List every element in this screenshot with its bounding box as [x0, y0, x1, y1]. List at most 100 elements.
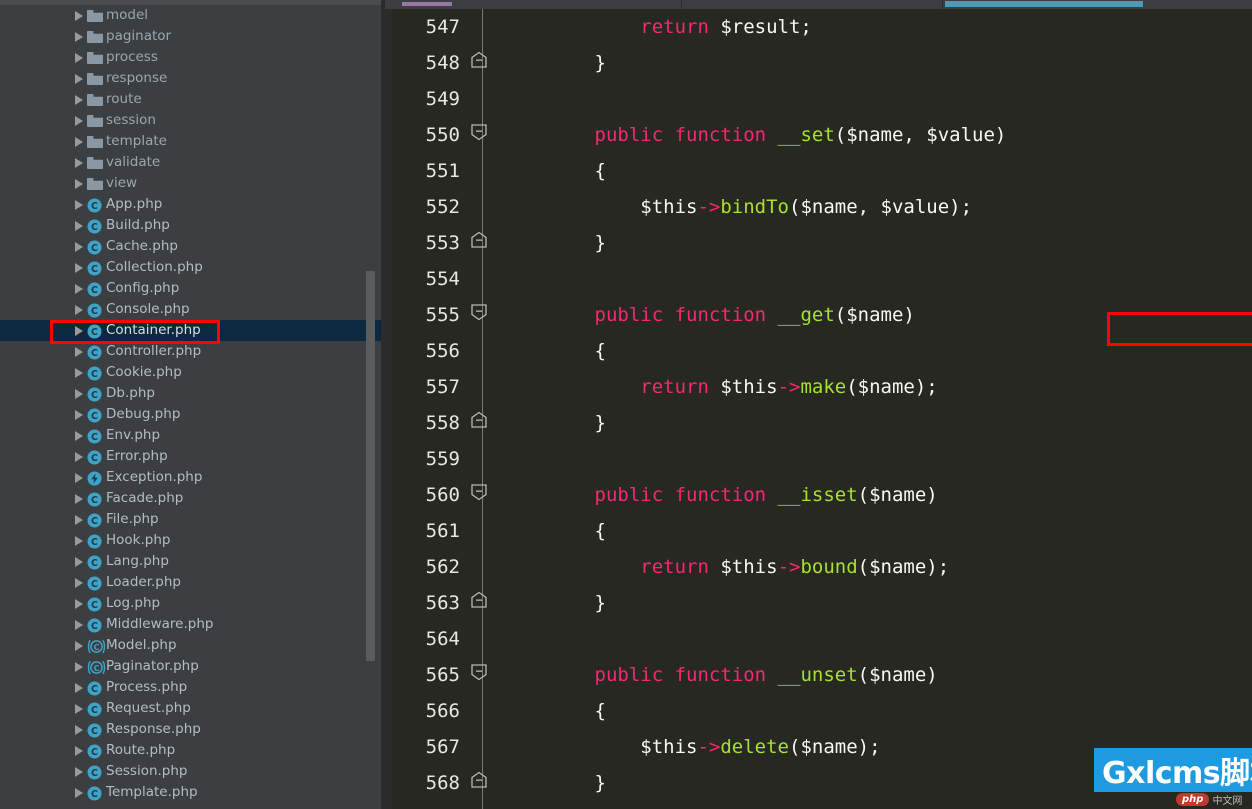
- tree-item-env-php[interactable]: C Env.php: [0, 425, 385, 446]
- code-line[interactable]: 550 public function __set($name, $value): [385, 117, 1252, 153]
- code-line[interactable]: 553 }: [385, 225, 1252, 261]
- tree-item-log-php[interactable]: C Log.php: [0, 593, 385, 614]
- tree-item-session[interactable]: session: [0, 110, 385, 131]
- code-line[interactable]: 558 }: [385, 405, 1252, 441]
- tree-item-template-php[interactable]: C Template.php: [0, 782, 385, 803]
- tree-item-cache-php[interactable]: C Cache.php: [0, 236, 385, 257]
- tree-item-paginator-php[interactable]: C Paginator.php: [0, 656, 385, 677]
- tree-item-exception-php[interactable]: Exception.php: [0, 467, 385, 488]
- code-line[interactable]: 566 {: [385, 693, 1252, 729]
- tree-item-process[interactable]: process: [0, 47, 385, 68]
- tree-item-error-php[interactable]: C Error.php: [0, 446, 385, 467]
- tree-item-lang-php[interactable]: C Lang.php: [0, 551, 385, 572]
- tree-item-controller-php[interactable]: C Controller.php: [0, 341, 385, 362]
- expand-arrow-icon[interactable]: [72, 26, 86, 47]
- code-line[interactable]: 565 public function __unset($name): [385, 657, 1252, 693]
- tree-item-console-php[interactable]: C Console.php: [0, 299, 385, 320]
- expand-arrow-icon[interactable]: [72, 341, 86, 362]
- code-fold-end-icon[interactable]: [470, 585, 496, 621]
- tree-item-model-php[interactable]: C Model.php: [0, 635, 385, 656]
- tree-item-facade-php[interactable]: C Facade.php: [0, 488, 385, 509]
- tree-item-route-php[interactable]: C Route.php: [0, 740, 385, 761]
- expand-arrow-icon[interactable]: [72, 509, 86, 530]
- expand-arrow-icon[interactable]: [72, 194, 86, 215]
- code-line[interactable]: 551 {: [385, 153, 1252, 189]
- tree-item-file-php[interactable]: C File.php: [0, 509, 385, 530]
- tree-item-process-php[interactable]: C Process.php: [0, 677, 385, 698]
- tree-item-build-php[interactable]: C Build.php: [0, 215, 385, 236]
- code-fold-start-icon[interactable]: [470, 117, 496, 153]
- tree-item-hook-php[interactable]: C Hook.php: [0, 530, 385, 551]
- code-fold-end-icon[interactable]: [470, 45, 496, 81]
- code-lines[interactable]: 547 return $result; 548 } 549 550 public fu…: [385, 9, 1252, 801]
- tree-item-response[interactable]: response: [0, 68, 385, 89]
- code-line[interactable]: 556 {: [385, 333, 1252, 369]
- tree-item-db-php[interactable]: C Db.php: [0, 383, 385, 404]
- expand-arrow-icon[interactable]: [72, 278, 86, 299]
- expand-arrow-icon[interactable]: [72, 299, 86, 320]
- editor-tab-bar[interactable]: [385, 0, 1252, 9]
- code-line[interactable]: 562 return $this->bound($name);: [385, 549, 1252, 585]
- expand-arrow-icon[interactable]: [72, 677, 86, 698]
- tree-item-container-php[interactable]: C Container.php: [0, 320, 385, 341]
- tree-item-cookie-php[interactable]: C Cookie.php: [0, 362, 385, 383]
- expand-arrow-icon[interactable]: [72, 404, 86, 425]
- code-line[interactable]: 564: [385, 621, 1252, 657]
- code-fold-start-icon[interactable]: [470, 657, 496, 693]
- code-fold-end-icon[interactable]: [470, 405, 496, 441]
- editor-tab-1[interactable]: [385, 0, 682, 9]
- code-fold-start-icon[interactable]: [470, 477, 496, 513]
- tree-item-middleware-php[interactable]: C Middleware.php: [0, 614, 385, 635]
- editor-content[interactable]: 547 return $result; 548 } 549 550 public fu…: [385, 9, 1252, 809]
- tree-item-response-php[interactable]: C Response.php: [0, 719, 385, 740]
- code-line[interactable]: 548 }: [385, 45, 1252, 81]
- expand-arrow-icon[interactable]: [72, 257, 86, 278]
- expand-arrow-icon[interactable]: [72, 89, 86, 110]
- tree-item-validate[interactable]: validate: [0, 152, 385, 173]
- tree-item-loader-php[interactable]: C Loader.php: [0, 572, 385, 593]
- expand-arrow-icon[interactable]: [72, 614, 86, 635]
- expand-arrow-icon[interactable]: [72, 68, 86, 89]
- tree-item-paginator[interactable]: paginator: [0, 26, 385, 47]
- tree-item-debug-php[interactable]: C Debug.php: [0, 404, 385, 425]
- expand-arrow-icon[interactable]: [72, 656, 86, 677]
- tree-item-request-php[interactable]: C Request.php: [0, 698, 385, 719]
- tree-item-template[interactable]: template: [0, 131, 385, 152]
- expand-arrow-icon[interactable]: [72, 761, 86, 782]
- code-fold-start-icon[interactable]: [470, 297, 496, 333]
- tree-item-session-php[interactable]: C Session.php: [0, 761, 385, 782]
- sidebar-scrollbar-track[interactable]: [366, 5, 380, 809]
- tree-item-config-php[interactable]: C Config.php: [0, 278, 385, 299]
- tree-item-collection-php[interactable]: C Collection.php: [0, 257, 385, 278]
- code-line[interactable]: 560 public function __isset($name): [385, 477, 1252, 513]
- expand-arrow-icon[interactable]: [72, 362, 86, 383]
- code-line[interactable]: 552 $this->bindTo($name, $value);: [385, 189, 1252, 225]
- code-line[interactable]: 549: [385, 81, 1252, 117]
- expand-arrow-icon[interactable]: [72, 719, 86, 740]
- tree-item-model[interactable]: model: [0, 5, 385, 26]
- expand-arrow-icon[interactable]: [72, 467, 86, 488]
- expand-arrow-icon[interactable]: [72, 131, 86, 152]
- editor-tab-2[interactable]: [682, 0, 943, 9]
- expand-arrow-icon[interactable]: [72, 698, 86, 719]
- expand-arrow-icon[interactable]: [72, 488, 86, 509]
- code-line[interactable]: 554: [385, 261, 1252, 297]
- expand-arrow-icon[interactable]: [72, 215, 86, 236]
- expand-arrow-icon[interactable]: [72, 383, 86, 404]
- code-line[interactable]: 563 }: [385, 585, 1252, 621]
- expand-arrow-icon[interactable]: [72, 47, 86, 68]
- expand-arrow-icon[interactable]: [72, 5, 86, 26]
- code-line[interactable]: 557 return $this->make($name);: [385, 369, 1252, 405]
- project-file-tree[interactable]: model paginator process response route sessio…: [0, 5, 385, 803]
- code-line[interactable]: 561 {: [385, 513, 1252, 549]
- expand-arrow-icon[interactable]: [72, 635, 86, 656]
- expand-arrow-icon[interactable]: [72, 551, 86, 572]
- code-fold-end-icon[interactable]: [470, 765, 496, 801]
- code-fold-end-icon[interactable]: [470, 225, 496, 261]
- expand-arrow-icon[interactable]: [72, 593, 86, 614]
- expand-arrow-icon[interactable]: [72, 236, 86, 257]
- sidebar-scrollbar-thumb[interactable]: [366, 271, 375, 661]
- code-line[interactable]: 547 return $result;: [385, 9, 1252, 45]
- expand-arrow-icon[interactable]: [72, 425, 86, 446]
- expand-arrow-icon[interactable]: [72, 530, 86, 551]
